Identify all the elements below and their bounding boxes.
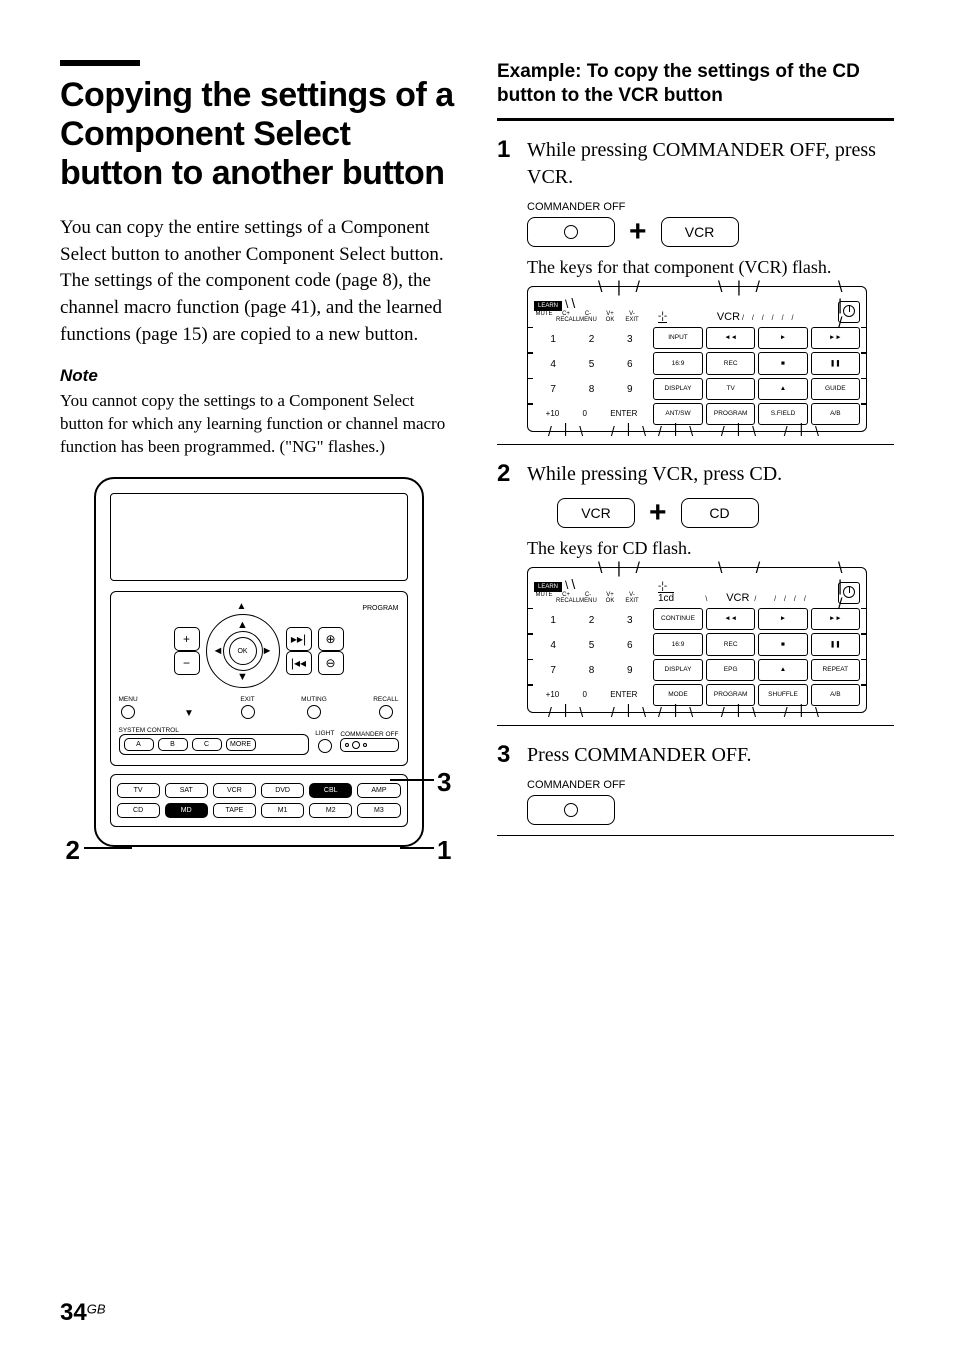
comp-amp: AMP [357,783,400,798]
learn-badge: LEARN [534,301,562,311]
step-divider-2 [497,725,894,726]
step-2: 2 While pressing VCR, press CD. [497,461,894,488]
step-divider-1 [497,444,894,445]
component-row-1: TV SAT VCR DVD CBL AMP CD MD TAPE M1 M2 … [110,774,408,827]
comp-m3: M3 [357,803,400,818]
comp-m1: M1 [261,803,304,818]
comp-cbl: CBL [309,783,352,798]
right-column: Example: To copy the settings of the CD … [497,60,894,847]
learn-badge-2: LEARN [534,582,562,592]
callout-1-line [400,847,434,849]
cmd-off-label-3: COMMANDER OFF [527,779,894,791]
sys-more-button: MORE [226,738,256,751]
comp-dvd: DVD [261,783,304,798]
step-2-after: The keys for CD flash. [527,538,894,559]
callout-3: 3 [437,767,451,798]
remote-nav-cluster: + − ▲ ▼ ◄ ► OK ▸▸| |◂◂ [119,614,399,688]
vol-down-button: − [174,651,200,675]
commander-off-label: COMMANDER OFF [340,731,398,738]
step-1-after: The keys for that component (VCR) flash. [527,257,894,278]
lcd1-numpad: 123 456 789 +100ENTER [534,327,649,425]
ch-down-button: ⊖ [318,651,344,675]
note-heading: Note [60,366,457,386]
note-body: You cannot copy the settings to a Compon… [60,390,457,459]
title-rule [60,60,140,66]
step-1: 1 While pressing COMMANDER OFF, press VC… [497,137,894,191]
recall-label: RECALL [373,696,398,703]
lcd-panel-vcr: \ | /\ | /\ | / \ | / \ | /\ | / \ | / \… [527,286,867,432]
light-label: LIGHT [315,730,334,737]
step-1-num: 1 [497,137,515,191]
step-3-num: 3 [497,742,515,769]
step-3: 3 Press COMMANDER OFF. [497,742,894,769]
step-2-num: 2 [497,461,515,488]
ok-button: OK [229,637,257,665]
exit-button [241,705,255,719]
sys-a-button: A [124,738,154,751]
menu-button [121,705,135,719]
vcr-pill-2: VCR [557,498,635,528]
program-label: PROGRAM [362,605,398,612]
muting-label: MUTING [301,696,327,703]
lcd1-mode: VCR [717,311,740,323]
commander-off-pill [527,217,615,247]
system-control-label: SYSTEM CONTROL [119,727,310,734]
vol-up-button: + [174,627,200,651]
callout-3-line [390,779,434,781]
main-title: Copying the settings of a Component Sele… [60,76,457,193]
remote-illustration: ▲ PROGRAM + − ▲ ▼ ◄ ► OK [94,477,424,847]
comp-vcr: VCR [213,783,256,798]
sys-b-button: B [158,738,188,751]
lcd2-mode: VCR [726,592,749,604]
light-button [318,739,332,753]
remote-body: ▲ PROGRAM + − ▲ ▼ ◄ ► OK [94,477,424,847]
comp-cd: CD [117,803,160,818]
step-divider-3 [497,835,894,836]
muting-button [307,705,321,719]
page-columns: Copying the settings of a Component Sele… [60,60,894,847]
lcd1-buttons: INPUT◄◄►►► 16:9REC■❚❚ DISPLAYTV▲GUIDE AN… [653,327,860,425]
page-number: 34GB [60,1299,106,1327]
lcd-panel-cd: \ | /\ /\ | / \ | / \ | /\ | / \ | / \ |… [527,567,867,713]
sys-c-button: C [192,738,222,751]
remote-mid-panel: ▲ PROGRAM + − ▲ ▼ ◄ ► OK [110,591,408,766]
lcd2-buttons: CONTINUE◄◄►►► 16:9REC■❚❚ DISPLAYEPG▲REPE… [653,608,860,706]
comp-tape: TAPE [213,803,256,818]
prog-next-button: ▸▸| [286,627,312,651]
step-1-text: While pressing COMMANDER OFF, press VCR. [527,137,894,191]
step-2-buttons: VCR + CD [557,498,894,528]
ch-up-button: ⊕ [318,627,344,651]
commander-off-pill-3 [527,795,615,825]
step-3-text: Press COMMANDER OFF. [527,742,894,769]
commander-off-button [340,738,398,752]
left-column: Copying the settings of a Component Sele… [60,60,457,847]
step-3-buttons [527,795,894,825]
intro-text: You can copy the entire settings of a Co… [60,215,457,348]
recall-button [379,705,393,719]
plus-icon: + [629,217,647,247]
cmd-off-label-1: COMMANDER OFF [527,201,894,213]
vcr-pill: VCR [661,217,739,247]
comp-tv: TV [117,783,160,798]
callout-1: 1 [437,835,451,866]
lcd2-numpad: 123 456 789 +100ENTER [534,608,649,706]
remote-lcd [110,493,408,581]
cd-pill: CD [681,498,759,528]
example-rule [497,118,894,121]
prog-prev-button: |◂◂ [286,651,312,675]
step-2-text: While pressing VCR, press CD. [527,461,894,488]
nav-ring: ▲ ▼ ◄ ► OK [206,614,280,688]
comp-sat: SAT [165,783,208,798]
plus-icon-2: + [649,498,667,528]
callout-2-line [84,847,132,849]
example-title: Example: To copy the settings of the CD … [497,60,894,108]
callout-2: 2 [66,835,80,866]
comp-md: MD [165,803,208,818]
menu-label: MENU [119,696,138,703]
comp-m2: M2 [309,803,352,818]
step-1-buttons: + VCR [527,217,894,247]
exit-label: EXIT [240,696,254,703]
